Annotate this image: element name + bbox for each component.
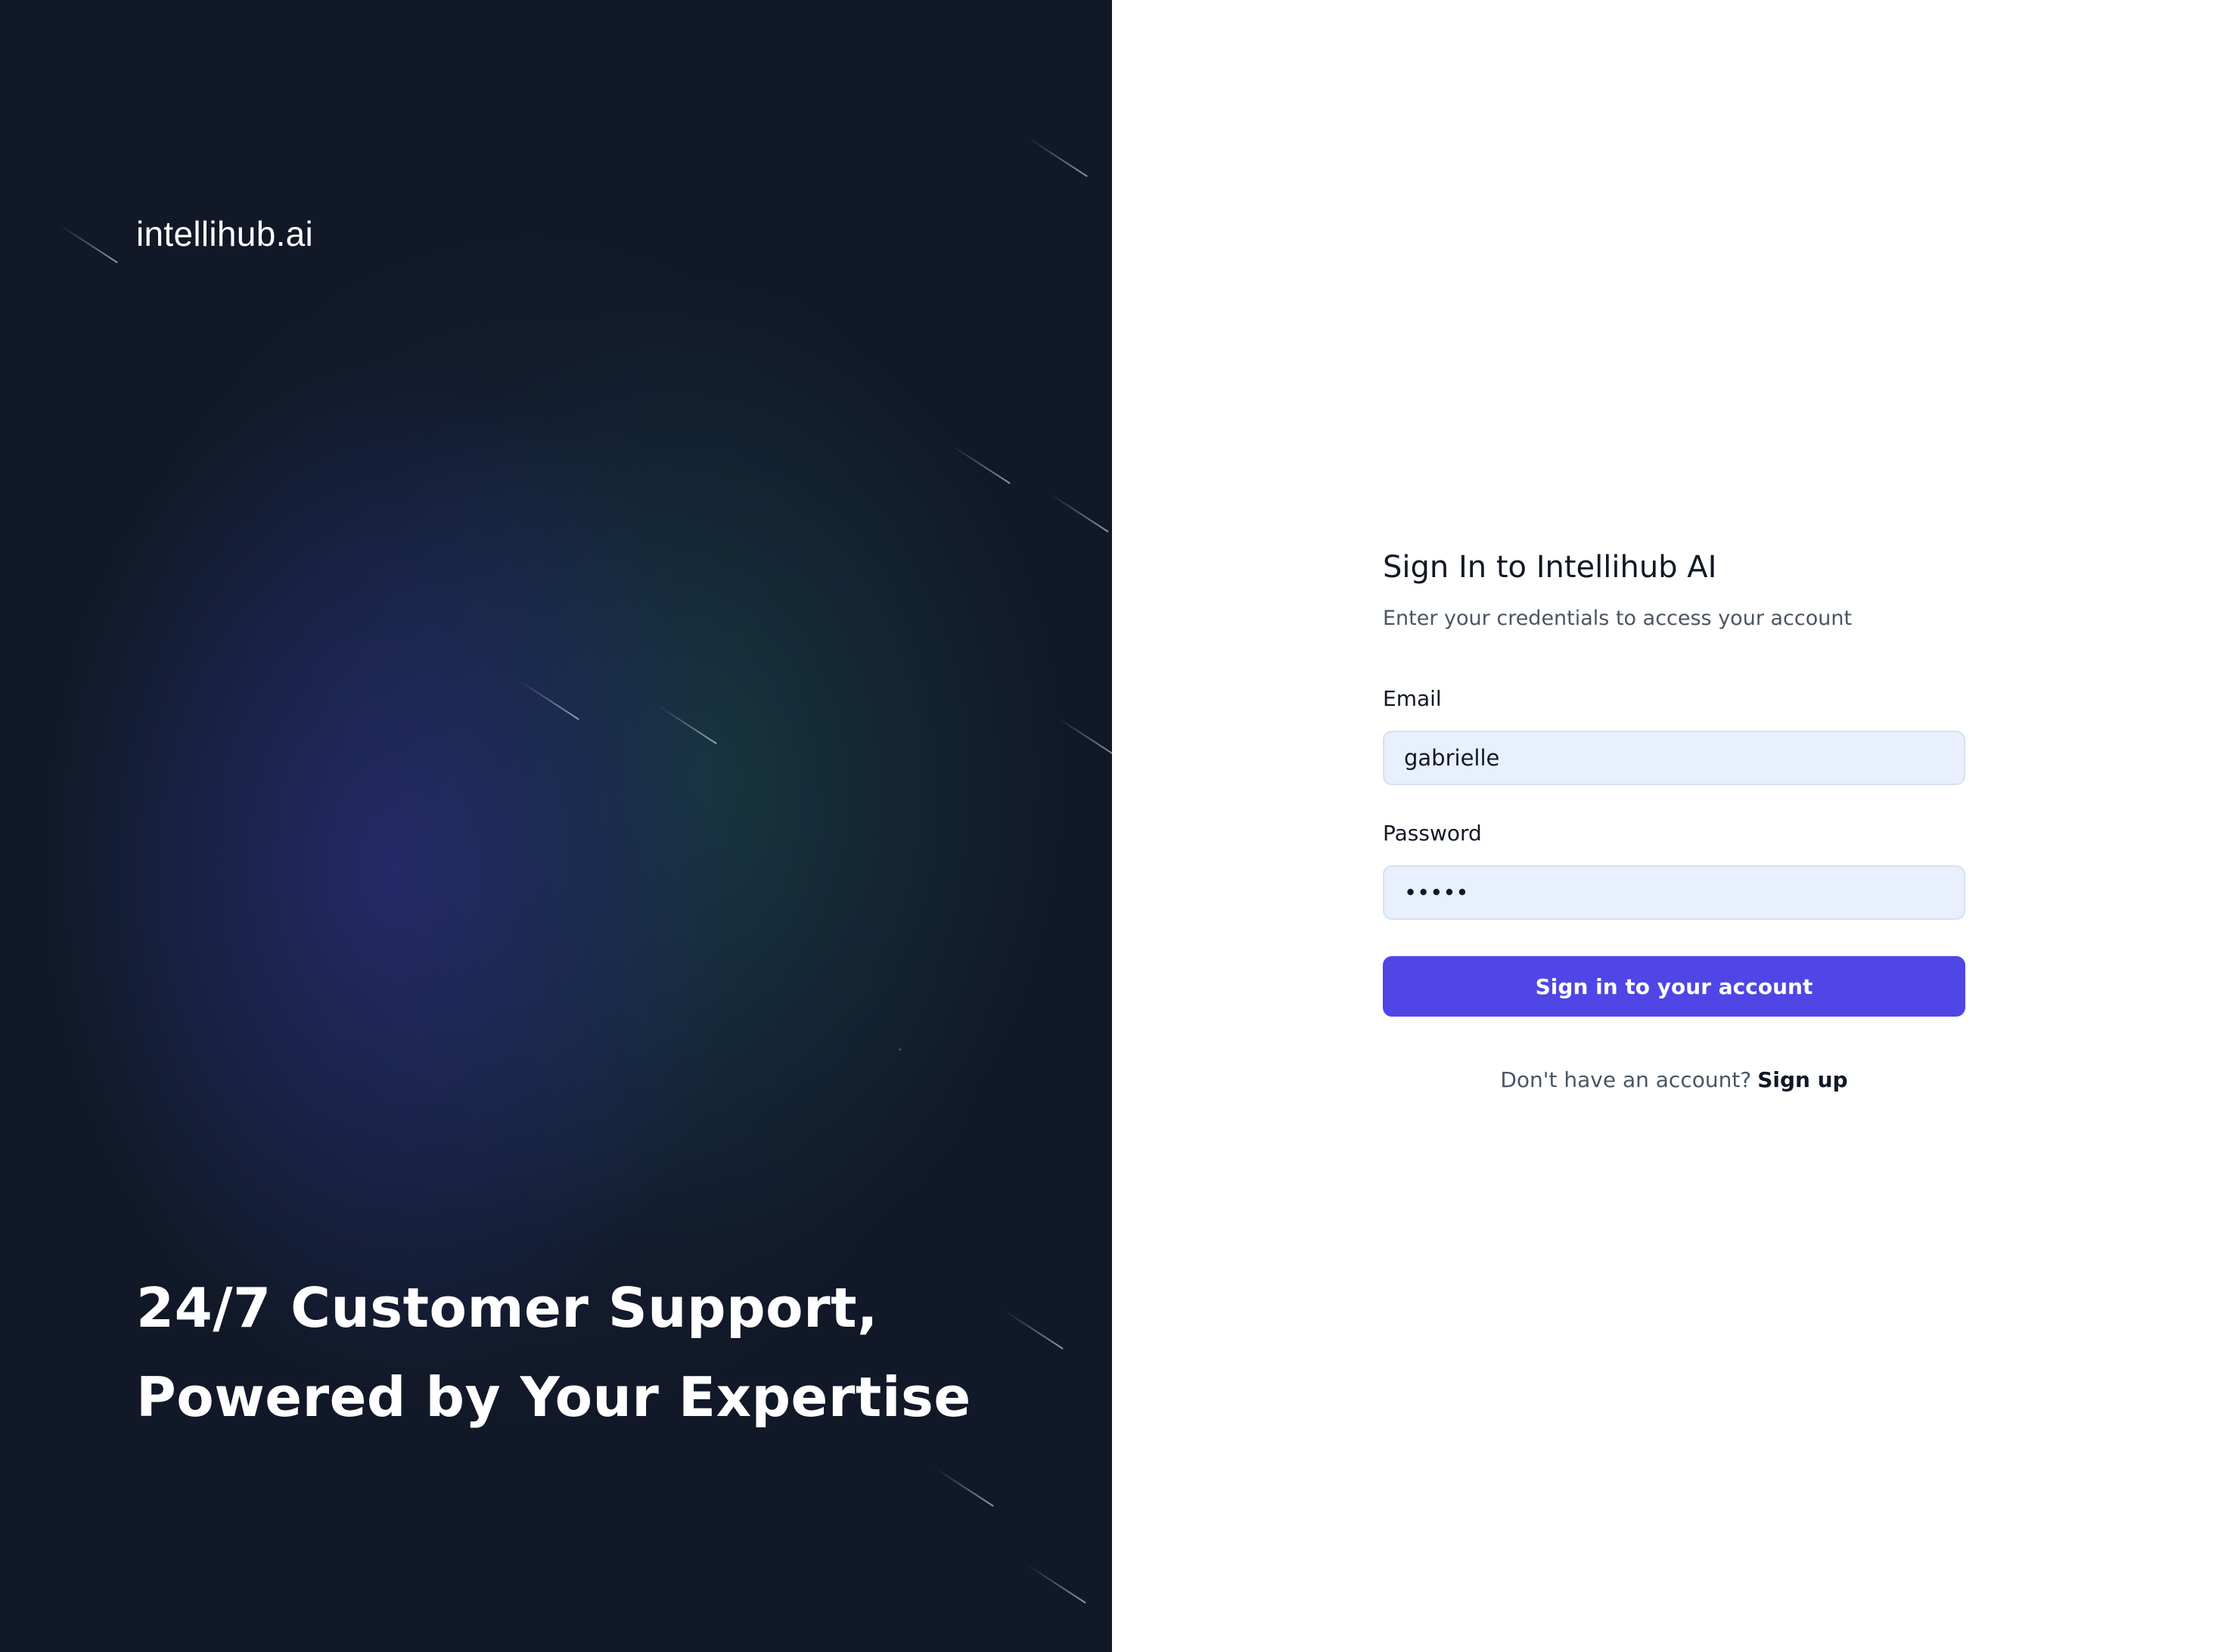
password-label: Password	[1383, 821, 1482, 846]
email-field[interactable]	[1383, 731, 1965, 785]
shooting-star-decoration	[1004, 1310, 1064, 1349]
shooting-star-decoration	[1049, 493, 1109, 533]
sign-up-link[interactable]: Sign up	[1757, 1067, 1847, 1092]
login-page: intellihub.ai 24/7 Customer Support, Pow…	[0, 0, 2224, 1652]
password-field[interactable]	[1383, 865, 1965, 920]
tagline-line-2: Powered by Your Expertise	[136, 1365, 971, 1429]
signup-prompt: Don't have an account?	[1500, 1067, 1752, 1092]
brand-logo-text: intellihub.ai	[136, 214, 314, 253]
shooting-star-decoration	[657, 705, 717, 744]
form-subtitle: Enter your credentials to access your ac…	[1383, 607, 1853, 630]
shooting-star-decoration	[1027, 1564, 1086, 1604]
hero-tagline: 24/7 Customer Support, Powered by Your E…	[136, 1263, 971, 1442]
signup-row: Don't have an account? Sign up	[1383, 1065, 1965, 1095]
shooting-star-decoration	[934, 1467, 994, 1507]
auth-panel: Sign In to Intellihub AI Enter your cred…	[1112, 0, 2224, 1652]
form-title: Sign In to Intellihub AI	[1383, 550, 1717, 585]
sign-in-form: Sign In to Intellihub AI Enter your cred…	[1383, 545, 1965, 1095]
email-label: Email	[1383, 686, 1442, 711]
shooting-star-decoration	[520, 681, 579, 720]
star-dot-decoration	[899, 1048, 901, 1051]
shooting-star-decoration	[1057, 717, 1112, 756]
shooting-star-decoration	[1028, 138, 1088, 177]
sign-in-button[interactable]: Sign in to your account	[1383, 956, 1965, 1017]
shooting-star-decoration	[58, 224, 118, 263]
shooting-star-decoration	[951, 445, 1011, 484]
hero-panel: intellihub.ai 24/7 Customer Support, Pow…	[0, 0, 1112, 1652]
tagline-line-1: 24/7 Customer Support,	[136, 1276, 878, 1340]
